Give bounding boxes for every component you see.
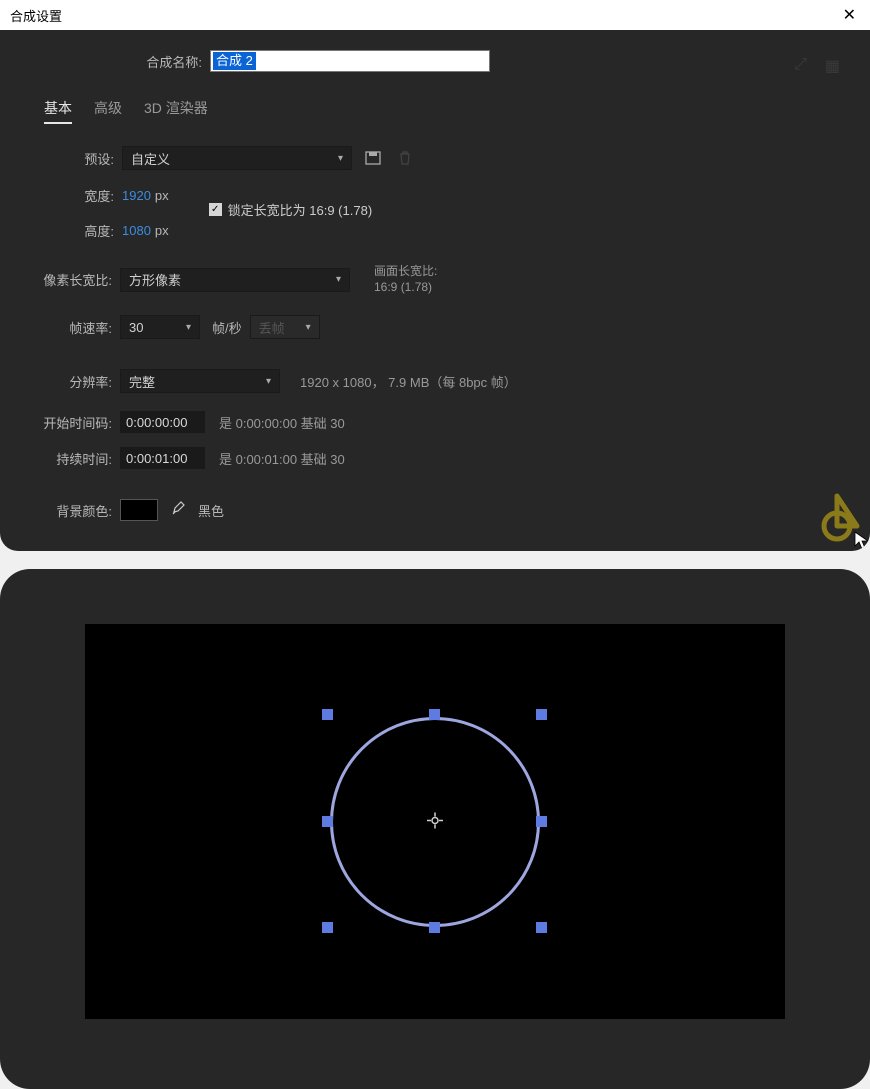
anchor-point-icon[interactable] [427,812,443,831]
width-label: 宽度: [30,186,122,205]
duration-suffix: 是 0:00:01:00 基础 30 [219,449,345,468]
width-unit: px [155,188,169,203]
par-select[interactable]: 方形像素 [120,268,350,292]
height-unit: px [155,223,169,238]
frame-aspect-info: 画面长宽比: 16:9 (1.78) [374,264,437,295]
width-value[interactable]: 1920 [122,188,151,203]
height-value[interactable]: 1080 [122,223,151,238]
preset-label: 预设: [30,149,122,168]
bbox-handle-mr[interactable] [536,816,547,827]
resolution-select[interactable]: 完整 [120,369,280,393]
start-tc-suffix: 是 0:00:00:00 基础 30 [219,413,345,432]
resolution-label: 分辨率: [0,372,120,391]
titlebar: 合成设置 ✕ [0,0,870,30]
delete-preset-icon[interactable] [394,147,416,169]
tab-advanced[interactable]: 高级 [94,98,122,124]
lock-aspect-checkbox[interactable]: ✓ [209,203,222,216]
bbox-handle-ml[interactable] [322,816,333,827]
composition-settings-dialog: 合成设置 ✕ ⤢ ▦ 合成名称: 合成 2 基本 高级 3D 渲染器 预设: 自… [0,0,870,551]
corner-graphic [780,491,870,551]
bbox-handle-br[interactable] [536,922,547,933]
tab-3d-renderer[interactable]: 3D 渲染器 [144,98,208,124]
lock-aspect-label: 锁定长宽比为 16:9 (1.78) [228,200,373,219]
bbox-handle-tr[interactable] [536,709,547,720]
bbox-handle-tm[interactable] [429,709,440,720]
composition-viewport-panel [0,569,870,1089]
fps-unit-label: 帧/秒 [212,318,242,337]
bbox-handle-bm[interactable] [429,922,440,933]
comp-name-label: 合成名称: [0,52,210,71]
comp-name-input[interactable]: 合成 2 [210,50,490,72]
fps-select[interactable]: 30 [120,315,200,339]
bgcolor-name: 黑色 [198,501,224,520]
close-icon[interactable]: ✕ [839,5,860,25]
start-tc-input[interactable]: 0:00:00:00 [120,411,205,433]
height-label: 高度: [30,221,122,240]
duration-label: 持续时间: [0,449,120,468]
resolution-info: 1920 x 1080， 7.9 MB（每 8bpc 帧） [300,372,517,391]
start-tc-label: 开始时间码: [0,413,120,432]
grid-icon: ▦ [825,56,840,76]
bbox-handle-bl[interactable] [322,922,333,933]
eyedropper-icon[interactable] [170,501,186,520]
fps-dropframe-select: 丢帧 [250,315,320,339]
bgcolor-label: 背景颜色: [0,501,120,520]
par-label: 像素长宽比: [0,270,120,289]
duration-input[interactable]: 0:00:01:00 [120,447,205,469]
bgcolor-swatch[interactable] [120,499,158,521]
bbox-handle-tl[interactable] [322,709,333,720]
dialog-title: 合成设置 [10,6,62,25]
expand-icon: ⤢ [794,56,807,76]
composition-canvas[interactable] [85,624,785,1019]
preset-select[interactable]: 自定义 [122,146,352,170]
comp-name-value: 合成 2 [213,52,256,70]
tab-basic[interactable]: 基本 [44,98,72,124]
tab-strip: 基本 高级 3D 渲染器 [44,98,870,124]
fps-label: 帧速率: [0,318,120,337]
panel-tools-disabled: ⤢ ▦ [794,56,840,76]
save-preset-icon[interactable] [362,147,384,169]
